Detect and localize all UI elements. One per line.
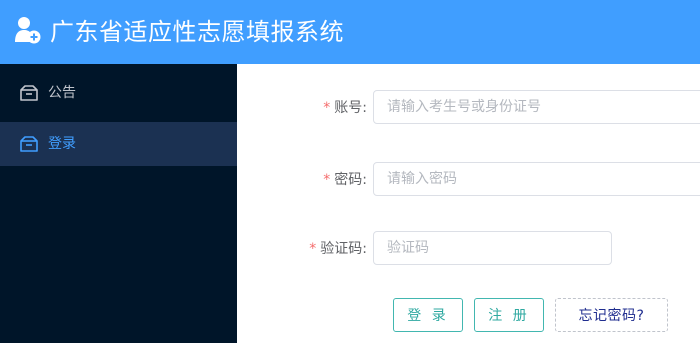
password-row: * 密码: [238, 162, 700, 198]
notice-box-icon [20, 85, 38, 101]
app-title: 广东省适应性志愿填报系统 [50, 18, 344, 46]
required-mark: * [309, 241, 317, 257]
login-box-icon [20, 136, 38, 152]
required-mark: * [323, 172, 331, 188]
account-row: * 账号: [238, 90, 700, 126]
forgot-password-button[interactable]: 忘记密码? [555, 298, 668, 332]
sidebar-item-login[interactable]: 登录 [0, 122, 237, 166]
sidebar-item-label: 登录 [48, 136, 76, 152]
required-mark: * [323, 100, 331, 116]
app-header: 广东省适应性志愿填报系统 [0, 0, 700, 64]
account-input[interactable] [373, 90, 700, 124]
password-label-text: 密码: [334, 172, 367, 188]
sidebar: 公告 登录 [0, 64, 237, 343]
login-button[interactable]: 登 录 [393, 298, 463, 332]
register-button[interactable]: 注 册 [474, 298, 544, 332]
sidebar-item-label: 公告 [48, 85, 76, 101]
password-input[interactable] [373, 162, 700, 196]
captcha-label-text: 验证码: [320, 241, 367, 257]
captcha-input[interactable] [373, 231, 612, 265]
captcha-row: * 验证码: [238, 231, 700, 267]
user-add-icon [15, 17, 41, 44]
sidebar-item-notice[interactable]: 公告 [0, 71, 237, 115]
account-label-text: 账号: [334, 100, 367, 116]
account-label: * 账号: [323, 90, 367, 126]
password-label: * 密码: [323, 162, 367, 198]
captcha-label: * 验证码: [309, 231, 367, 267]
